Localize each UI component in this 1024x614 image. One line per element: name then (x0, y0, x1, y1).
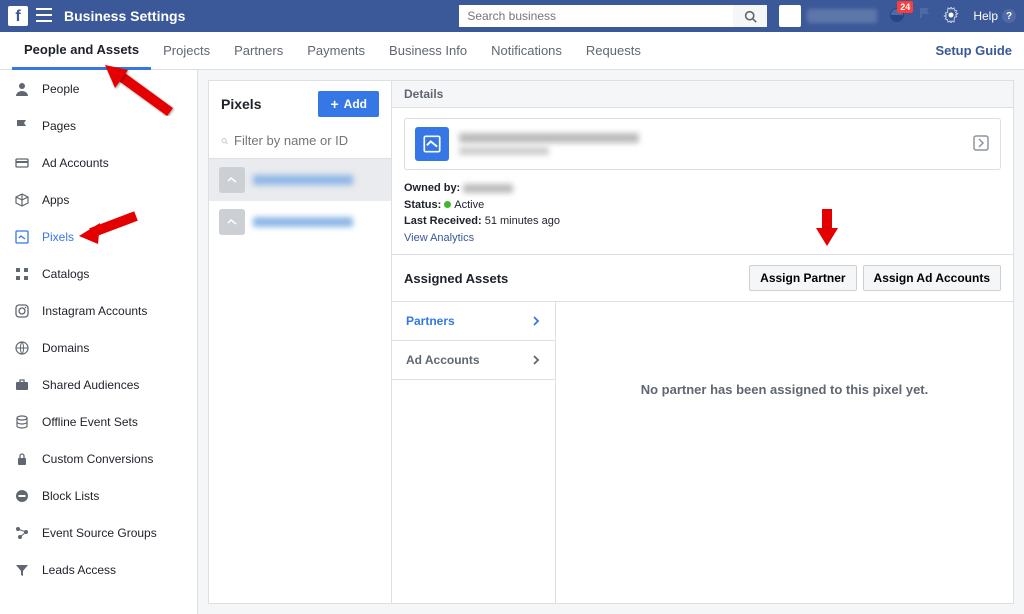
sidebar-item-event-source-groups[interactable]: Event Source Groups (0, 514, 197, 551)
pixel-name-redacted (253, 217, 353, 227)
sidebar-item-custom-conversions[interactable]: Custom Conversions (0, 440, 197, 477)
sidebar-item-people[interactable]: People (0, 70, 197, 107)
content: Pixels +Add Details (198, 70, 1024, 614)
funnel-icon (14, 562, 30, 578)
pixel-icon (415, 127, 449, 161)
tab-partners[interactable]: Partners (222, 32, 295, 70)
help-icon: ? (1002, 9, 1016, 23)
pixels-panel: Pixels +Add (208, 80, 392, 604)
status-dot-icon (444, 201, 451, 208)
briefcase-icon (14, 377, 30, 393)
details-panel: Details Owned by: Status:Active Last Rec… (392, 80, 1014, 604)
notifications-icon[interactable]: 24 (889, 7, 905, 26)
pixels-title: Pixels (221, 96, 261, 112)
open-icon[interactable] (972, 134, 990, 155)
sidebar-item-catalogs[interactable]: Catalogs (0, 255, 197, 292)
sidebar-item-instagram[interactable]: Instagram Accounts (0, 292, 197, 329)
search-icon (221, 134, 228, 148)
assets-nav-partners[interactable]: Partners (392, 302, 555, 341)
cube-icon (14, 192, 30, 208)
pixel-icon (14, 229, 30, 245)
person-icon (14, 81, 30, 97)
sidebar-item-domains[interactable]: Domains (0, 329, 197, 366)
flag-icon (14, 118, 30, 134)
sidebar-item-pages[interactable]: Pages (0, 107, 197, 144)
search-wrap (459, 5, 767, 27)
assets-nav: Partners Ad Accounts (392, 302, 556, 603)
pixel-icon (219, 167, 245, 193)
hamburger-icon[interactable] (36, 8, 52, 25)
pixel-filter-input[interactable] (234, 133, 379, 148)
sidebar-item-shared-audiences[interactable]: Shared Audiences (0, 366, 197, 403)
assets-empty-message: No partner has been assigned to this pix… (556, 302, 1013, 603)
details-header: Details (392, 81, 1013, 108)
nav-tabs: People and Assets Projects Partners Paym… (0, 32, 1024, 70)
pixel-name-redacted (459, 133, 639, 143)
sidebar-item-leads-access[interactable]: Leads Access (0, 551, 197, 588)
help-link[interactable]: Help ? (973, 9, 1016, 23)
tab-requests[interactable]: Requests (574, 32, 653, 70)
pixel-name-redacted (253, 175, 353, 185)
pixel-icon (219, 209, 245, 235)
search-input[interactable] (459, 5, 733, 27)
sidebar-item-ad-accounts[interactable]: Ad Accounts (0, 144, 197, 181)
tab-business-info[interactable]: Business Info (377, 32, 479, 70)
grid-icon (14, 266, 30, 282)
pixel-meta: Owned by: Status:Active Last Received: 5… (392, 180, 1013, 254)
quick-help-icon[interactable] (917, 7, 931, 26)
business-name (807, 9, 877, 23)
tab-people-assets[interactable]: People and Assets (12, 32, 151, 70)
facebook-logo[interactable]: f (8, 6, 28, 26)
search-button[interactable] (733, 5, 767, 27)
globe-icon (14, 340, 30, 356)
sidebar: People Pages Ad Accounts Apps Pixels Cat… (0, 70, 198, 614)
pixel-details-card (404, 118, 1001, 170)
view-analytics-link[interactable]: View Analytics (404, 232, 474, 244)
graph-icon (14, 525, 30, 541)
tab-notifications[interactable]: Notifications (479, 32, 574, 70)
page-title: Business Settings (64, 8, 185, 24)
business-avatar[interactable] (779, 5, 801, 27)
sidebar-item-offline-events[interactable]: Offline Event Sets (0, 403, 197, 440)
assign-ad-accounts-button[interactable]: Assign Ad Accounts (863, 265, 1001, 291)
sidebar-item-pixels[interactable]: Pixels (0, 218, 197, 255)
tab-projects[interactable]: Projects (151, 32, 222, 70)
pixel-list-item[interactable] (209, 159, 391, 201)
pixel-id-redacted (459, 147, 549, 155)
assets-nav-ad-accounts[interactable]: Ad Accounts (392, 341, 555, 380)
chevron-right-icon (531, 316, 541, 326)
stack-icon (14, 414, 30, 430)
lock-icon (14, 451, 30, 467)
topbar: f Business Settings 24 Help ? (0, 0, 1024, 32)
tab-payments[interactable]: Payments (295, 32, 377, 70)
sidebar-item-block-lists[interactable]: Block Lists (0, 477, 197, 514)
instagram-icon (14, 303, 30, 319)
sidebar-item-apps[interactable]: Apps (0, 181, 197, 218)
chevron-right-icon (531, 355, 541, 365)
pixel-list-item[interactable] (209, 201, 391, 243)
plus-icon: + (330, 96, 338, 112)
setup-guide-link[interactable]: Setup Guide (935, 43, 1012, 58)
card-icon (14, 155, 30, 171)
assigned-assets-title: Assigned Assets (404, 271, 743, 286)
owner-redacted (463, 184, 513, 193)
settings-icon[interactable] (943, 7, 959, 26)
search-icon (744, 10, 757, 23)
notification-badge: 24 (897, 1, 913, 13)
assign-partner-button[interactable]: Assign Partner (749, 265, 856, 291)
add-pixel-button[interactable]: +Add (318, 91, 379, 117)
minus-circle-icon (14, 488, 30, 504)
